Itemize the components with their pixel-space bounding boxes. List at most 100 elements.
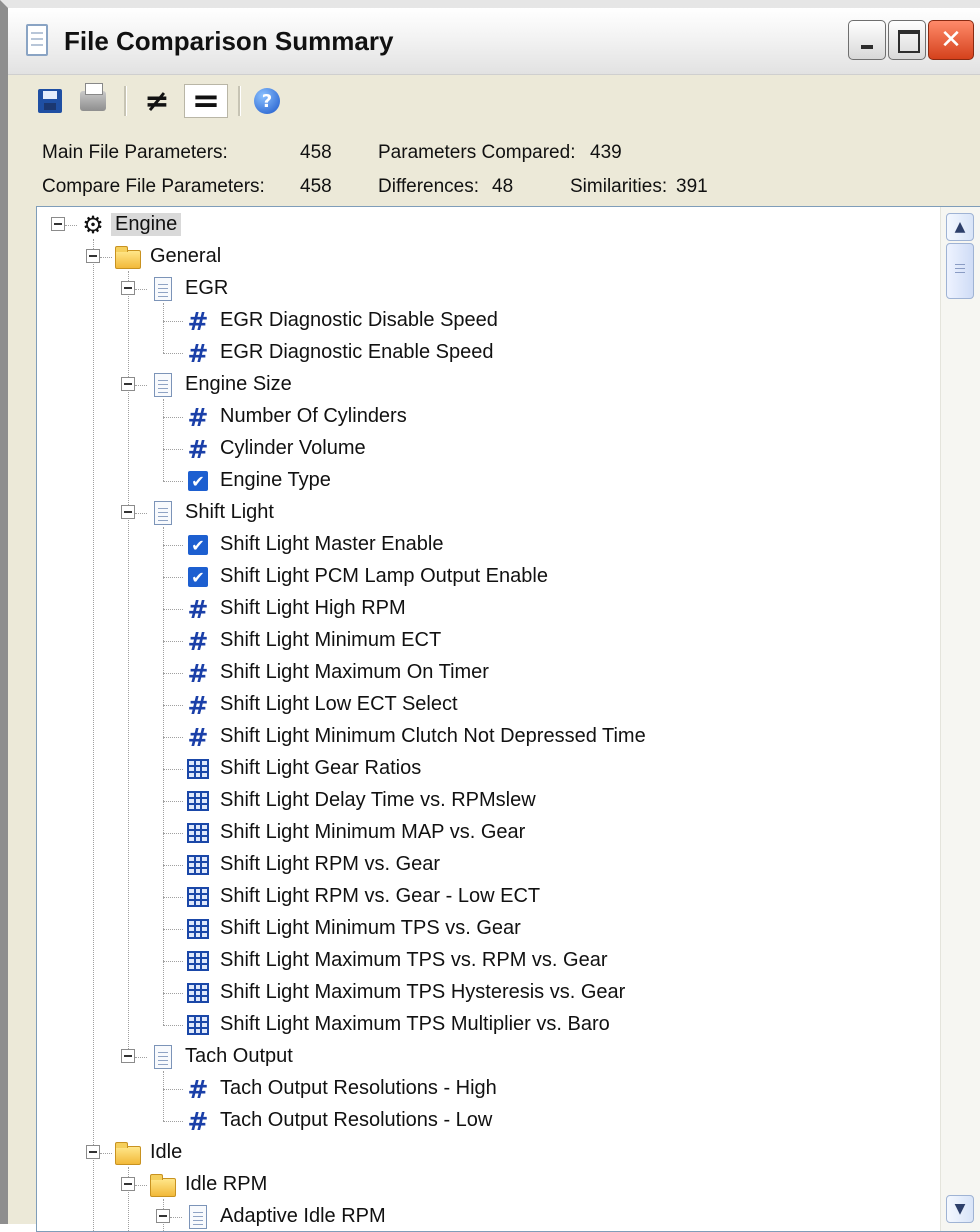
params-compared-label: Parameters Compared: [378, 142, 576, 163]
tree-node-shift-light-rpm-vs-gear-low-ect[interactable]: Shift Light RPM vs. Gear - Low ECT [37, 881, 933, 913]
tree-node-general[interactable]: General [37, 241, 933, 273]
tree-node-shift-light-maximum-tps-vs-rpm-vs-gear[interactable]: Shift Light Maximum TPS vs. RPM vs. Gear [37, 945, 933, 977]
scroll-down-button[interactable]: ▼ [946, 1195, 974, 1223]
tree-connector-line [163, 897, 183, 898]
tree-node-shift-light-minimum-tps-vs-gear[interactable]: Shift Light Minimum TPS vs. Gear [37, 913, 933, 945]
tree-node-shift-light-maximum-tps-multiplier-vs-baro[interactable]: Shift Light Maximum TPS Multiplier vs. B… [37, 1009, 933, 1041]
tree-node-idle[interactable]: Idle [37, 1137, 933, 1169]
tree-node-engine[interactable]: ⚙ Engine [37, 209, 933, 241]
print-button[interactable] [78, 83, 108, 118]
tree-node-label: Shift Light PCM Lamp Output Enable [220, 565, 548, 587]
collapse-toggle-icon[interactable] [51, 217, 65, 231]
checkbox-icon: ✔ [184, 563, 212, 591]
tree-node-shift-light-high-rpm[interactable]: # Shift Light High RPM [37, 593, 933, 625]
collapse-toggle-icon[interactable] [121, 1177, 135, 1191]
tree-node-shift-light-maximum-on-timer[interactable]: # Shift Light Maximum On Timer [37, 657, 933, 689]
params-compared-value: 439 [590, 142, 622, 163]
tree-connector-line [163, 1089, 183, 1090]
tree-node-shift-light[interactable]: Shift Light [37, 497, 933, 529]
main-file-params-label: Main File Parameters: [42, 142, 228, 163]
table-icon [184, 819, 212, 847]
tree-node-shift-light-pcm-lamp-output-enable[interactable]: ✔ Shift Light PCM Lamp Output Enable [37, 561, 933, 593]
document-icon [149, 275, 177, 303]
tree-node-number-of-cylinders[interactable]: # Number Of Cylinders [37, 401, 933, 433]
similarities-label: Similarities: [570, 176, 668, 197]
tree-node-shift-light-rpm-vs-gear[interactable]: Shift Light RPM vs. Gear [37, 849, 933, 881]
toolbar-separator [238, 86, 241, 116]
tree-node-tach-output-resolutions-low[interactable]: # Tach Output Resolutions - Low [37, 1105, 933, 1137]
tree-connector-line [163, 321, 183, 322]
scroll-thumb[interactable] [946, 243, 974, 299]
tree-node-shift-light-minimum-map-vs-gear[interactable]: Shift Light Minimum MAP vs. Gear [37, 817, 933, 849]
tree-connector-line [135, 385, 147, 386]
show-differences-button[interactable]: ≠ [140, 84, 174, 119]
table-icon [184, 979, 212, 1007]
maximize-icon [898, 30, 920, 53]
tree-node-engine-size[interactable]: Engine Size [37, 369, 933, 401]
tree-node-label: General [150, 245, 222, 267]
tree-node-cylinder-volume[interactable]: # Cylinder Volume [37, 433, 933, 465]
differences-value: 48 [492, 176, 514, 197]
tree-node-label: Engine Size [185, 373, 292, 395]
tree-node-egr[interactable]: EGR [37, 273, 933, 305]
tree-node-shift-light-minimum-clutch-not-depressed-time[interactable]: # Shift Light Minimum Clutch Not Depresse… [37, 721, 933, 753]
vertical-scrollbar[interactable]: ▲ ▼ [940, 207, 980, 1231]
close-icon: ✕ [940, 25, 962, 55]
print-icon [80, 83, 106, 111]
tree-node-label: Shift Light Minimum MAP vs. Gear [220, 821, 526, 843]
tree-node-adaptive-idle-rpm[interactable]: Adaptive Idle RPM [37, 1201, 933, 1231]
collapse-toggle-icon[interactable] [86, 1145, 100, 1159]
scroll-up-button[interactable]: ▲ [946, 213, 974, 241]
maximize-button[interactable] [888, 20, 926, 60]
tree-connector-line [163, 609, 183, 610]
tree-node-shift-light-minimum-ect[interactable]: # Shift Light Minimum ECT [37, 625, 933, 657]
tree-node-label: Engine Type [220, 469, 331, 491]
tree-node-tach-output[interactable]: Tach Output [37, 1041, 933, 1073]
tree-node-label: Shift Light RPM vs. Gear - Low ECT [220, 885, 541, 907]
collapse-toggle-icon[interactable] [121, 281, 135, 295]
collapse-toggle-icon[interactable] [121, 505, 135, 519]
tree-node-label: Shift Light Maximum TPS Multiplier vs. B… [220, 1013, 610, 1035]
collapse-toggle-icon[interactable] [121, 377, 135, 391]
tree-node-shift-light-master-enable[interactable]: ✔ Shift Light Master Enable [37, 529, 933, 561]
tree-node-shift-light-delay-time-vs-rpmslew[interactable]: Shift Light Delay Time vs. RPMslew [37, 785, 933, 817]
folder-icon [114, 243, 142, 271]
tree-node-engine-type[interactable]: ✔ Engine Type [37, 465, 933, 497]
tree-node-tach-output-resolutions-high[interactable]: # Tach Output Resolutions - High [37, 1073, 933, 1105]
tree-connector-line [163, 929, 183, 930]
compare-file-params-value: 458 [300, 176, 332, 197]
checkbox-icon: ✔ [184, 467, 212, 495]
tree-node-label: EGR [185, 277, 229, 299]
comparison-tree[interactable]: ⚙ Engine General EGR # EGR Diagnostic Disable… [36, 206, 980, 1232]
tree-node-label: Tach Output Resolutions - Low [220, 1109, 493, 1131]
tree-node-label: Shift Light [185, 501, 274, 523]
title-bar[interactable]: File Comparison Summary ✕ [8, 8, 980, 75]
tree-connector-line [163, 545, 183, 546]
tree-node-idle-rpm[interactable]: Idle RPM [37, 1169, 933, 1201]
close-button[interactable]: ✕ [928, 20, 974, 60]
tree-connector-line [163, 769, 183, 770]
save-button[interactable] [36, 84, 64, 118]
tree-node-egr-diagnostic-disable-speed[interactable]: # EGR Diagnostic Disable Speed [37, 305, 933, 337]
help-button[interactable]: ? [252, 84, 282, 118]
help-icon: ? [254, 88, 280, 114]
tree-node-label: Number Of Cylinders [220, 405, 407, 427]
collapse-toggle-icon[interactable] [86, 249, 100, 263]
tree-connector-line [100, 257, 112, 258]
minimize-button[interactable] [848, 20, 886, 60]
tree-node-egr-diagnostic-enable-speed[interactable]: # EGR Diagnostic Enable Speed [37, 337, 933, 369]
tree-node-shift-light-low-ect-select[interactable]: # Shift Light Low ECT Select [37, 689, 933, 721]
tree-connector-line [163, 801, 183, 802]
tree-connector-line [163, 577, 183, 578]
tree-connector-line [65, 225, 77, 226]
tree-node-label: Shift Light Minimum TPS vs. Gear [220, 917, 521, 939]
show-similarities-button[interactable]: = [184, 81, 228, 121]
collapse-toggle-icon[interactable] [121, 1049, 135, 1063]
tree-node-shift-light-maximum-tps-hysteresis-vs-gear[interactable]: Shift Light Maximum TPS Hysteresis vs. G… [37, 977, 933, 1009]
tree-node-label: Engine [111, 213, 182, 236]
table-icon [184, 915, 212, 943]
tree-node-label: Cylinder Volume [220, 437, 366, 459]
collapse-toggle-icon[interactable] [156, 1209, 170, 1223]
tree-node-shift-light-gear-ratios[interactable]: Shift Light Gear Ratios [37, 753, 933, 785]
hash-icon: # [187, 1074, 209, 1104]
